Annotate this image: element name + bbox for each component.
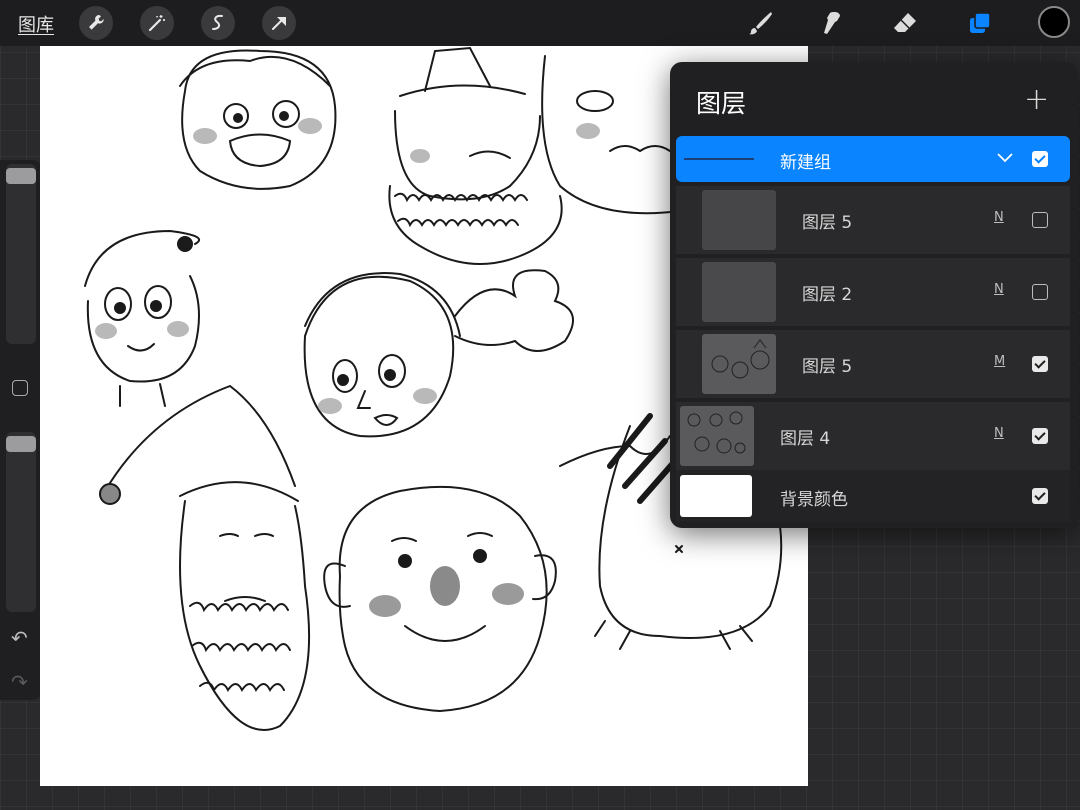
group-name: 新建组: [780, 153, 831, 173]
layer-visibility-checkbox[interactable]: [1032, 212, 1048, 228]
layer-visibility-checkbox[interactable]: [1032, 428, 1048, 444]
sketch-face-bearded-hat: [388, 46, 563, 265]
background-visibility-checkbox[interactable]: [1032, 488, 1048, 504]
wrench-icon[interactable]: [79, 6, 113, 40]
layer-thumbnail: [702, 262, 776, 322]
selection-icon[interactable]: [201, 6, 235, 40]
layer-visibility-checkbox[interactable]: [1032, 284, 1048, 300]
chevron-down-icon[interactable]: [994, 146, 1016, 168]
sketch-face-bald: [323, 485, 557, 713]
sketch-face-elf: [84, 229, 201, 407]
layer-visibility-checkbox[interactable]: [1032, 356, 1048, 372]
blend-mode-button[interactable]: N: [994, 282, 1004, 297]
layer-row[interactable]: 图层 4 N: [676, 402, 1070, 470]
layer-thumbnail: [702, 334, 776, 394]
layer-thumbnail: [680, 406, 754, 466]
blend-mode-button[interactable]: M: [994, 354, 1005, 369]
redo-icon[interactable]: ↷: [11, 670, 28, 694]
modify-button[interactable]: [12, 380, 28, 396]
sketch-face-santa: [99, 384, 311, 731]
layer-name: 图层 5: [802, 213, 853, 233]
top-toolbar: 图库: [0, 0, 1080, 46]
eraser-icon[interactable]: [888, 6, 922, 40]
sketch-face-girl: [303, 269, 574, 438]
layer-thumbnail: [702, 190, 776, 250]
brush-icon[interactable]: [744, 6, 778, 40]
gallery-button[interactable]: 图库: [18, 11, 54, 37]
background-color-swatch[interactable]: [680, 475, 752, 517]
panel-title: 图层: [696, 89, 747, 118]
layer-name: 图层 4: [780, 429, 831, 449]
group-visibility-checkbox[interactable]: [1032, 151, 1048, 167]
layer-row[interactable]: 图层 5 M: [676, 330, 1070, 398]
group-thumbnail: [684, 158, 754, 160]
opacity-handle[interactable]: [6, 436, 36, 452]
layers-panel: 图层 + 新建组 图层 5 N 图层 2 N 图层 5 M 图层 4 N 背景颜…: [670, 62, 1078, 528]
add-layer-button[interactable]: +: [1024, 82, 1049, 117]
layer-group-row[interactable]: 新建组: [676, 136, 1070, 182]
left-sidebar: ↶ ↷: [0, 160, 42, 700]
brush-size-handle[interactable]: [6, 168, 36, 184]
smudge-icon[interactable]: [815, 6, 849, 40]
undo-icon[interactable]: ↶: [11, 626, 28, 650]
color-picker-button[interactable]: [1038, 6, 1070, 38]
background-color-row[interactable]: 背景颜色: [676, 470, 1070, 522]
layer-row[interactable]: 图层 2 N: [676, 258, 1070, 326]
blend-mode-button[interactable]: N: [994, 210, 1004, 225]
sketch-face-boy: [179, 49, 337, 190]
layers-icon[interactable]: [963, 6, 997, 40]
layer-name: 图层 2: [802, 285, 853, 305]
opacity-slider[interactable]: [6, 432, 36, 612]
blend-mode-button[interactable]: N: [994, 426, 1004, 441]
magic-wand-icon[interactable]: [140, 6, 174, 40]
transform-arrow-icon[interactable]: [262, 6, 296, 40]
background-color-label: 背景颜色: [780, 490, 848, 510]
sketch-face-mustache: [541, 55, 681, 215]
brush-size-slider[interactable]: [6, 164, 36, 344]
layer-row[interactable]: 图层 5 N: [676, 186, 1070, 254]
layer-name: 图层 5: [802, 357, 853, 377]
